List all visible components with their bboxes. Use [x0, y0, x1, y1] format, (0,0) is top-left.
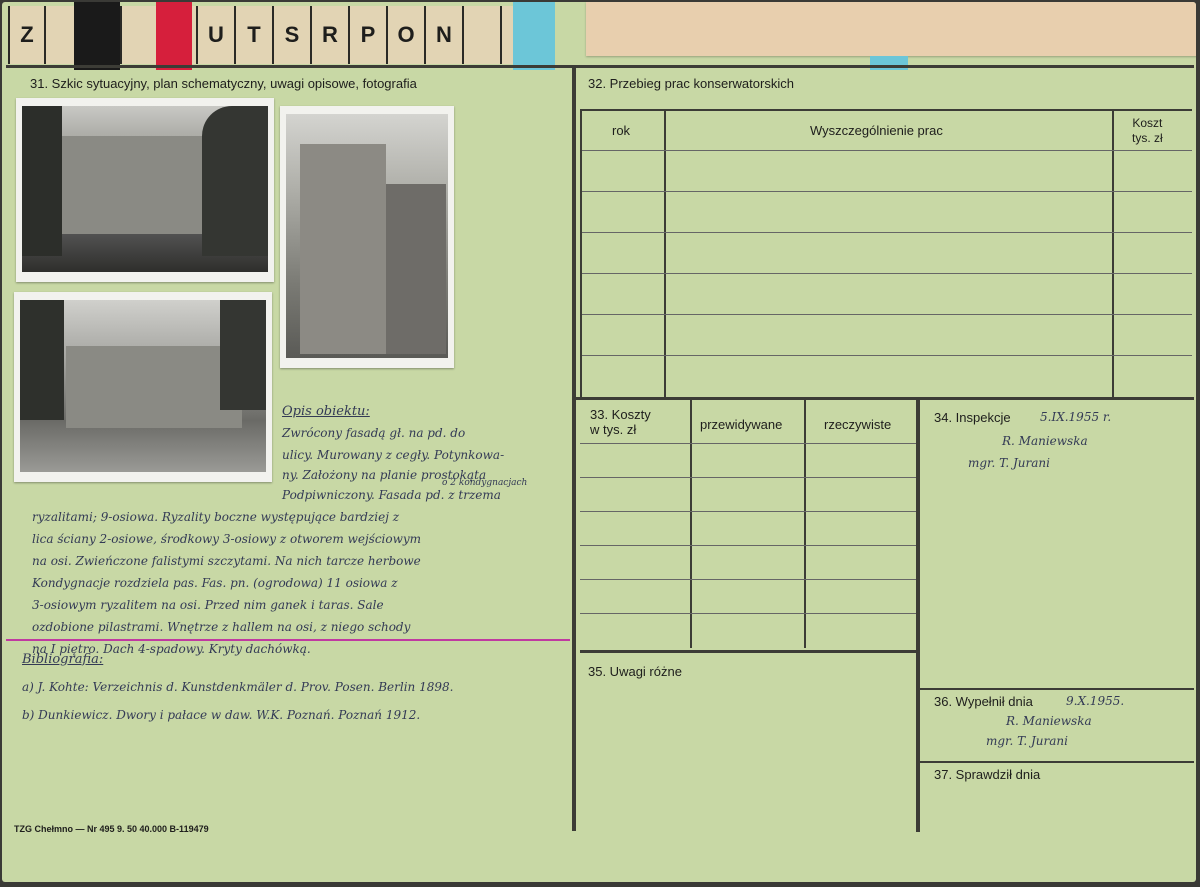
tree-shape [20, 300, 64, 420]
photo-3 [14, 292, 272, 482]
opis-title: Opis obiektu: [282, 404, 370, 419]
tab-t: T [236, 6, 274, 64]
tab-blue [464, 6, 502, 64]
tab-z: Z [8, 6, 46, 64]
black-marker [74, 2, 120, 70]
biblio-title: Bibliografia: [22, 652, 104, 667]
table33-col1 [690, 400, 692, 648]
tab-s: S [274, 6, 312, 64]
red-marker [156, 2, 192, 70]
tree-shape [22, 106, 62, 256]
table32-row [582, 273, 1192, 274]
biblio-line: b) Dunkiewicz. Dwory i pałace w daw. W.K… [22, 708, 421, 722]
col-work: Wyszczególnienie prac [810, 123, 943, 138]
table33-row [580, 579, 916, 580]
section-32-label: 32. Przebieg prac konserwatorskich [588, 76, 794, 91]
blue-marker [513, 2, 555, 70]
table32-col2 [1112, 109, 1114, 397]
printer-footer: TZG Chełmno — Nr 495 9. 50 40.000 B-1194… [14, 824, 209, 834]
section-36-rule [920, 688, 1194, 690]
table32-row [582, 355, 1192, 356]
main-divider [572, 65, 576, 831]
building-shape [66, 346, 242, 428]
table33-row [580, 511, 916, 512]
tab-p: P [350, 6, 388, 64]
record-card: Z X V U T S R P O N L 31. Szkic sytuacyj… [2, 2, 1196, 882]
photo-2 [280, 106, 454, 368]
table33-row [580, 443, 916, 444]
table32-col1 [664, 109, 666, 397]
table33-col2 [804, 400, 806, 648]
building-shape [386, 184, 446, 354]
opis-line: ryzalitami; 9-osiowa. Ryzality boczne wy… [32, 510, 400, 524]
section-35-label: 35. Uwagi różne [588, 664, 682, 679]
tab-x-red [122, 6, 160, 64]
table33-row [580, 545, 916, 546]
tab-n: N [426, 6, 464, 64]
col-actual: rzeczywiste [824, 417, 892, 432]
wypelnil-name-1: R. Maniewska [1006, 714, 1092, 728]
tree-shape [202, 106, 268, 256]
building-shape [300, 144, 386, 354]
table32-row [582, 314, 1192, 315]
col-cost: Koszt tys. zł [1132, 116, 1163, 145]
inspekcje-date: 5.IX.1955 r. [1040, 410, 1112, 424]
opis-line: ozdobione pilastrami. Wnętrze z hallem n… [32, 620, 411, 634]
section-31-label: 31. Szkic sytuacyjny, plan schematyczny,… [30, 76, 417, 91]
table32-row [582, 150, 1192, 151]
section-37-label: 37. Sprawdził dnia [934, 767, 1041, 782]
photo-1 [16, 98, 274, 282]
opis-line: Podpiwniczony. Fasada pd. z trzema [282, 488, 501, 502]
col-rok: rok [612, 123, 631, 138]
opis-insert: o 2 kondygnacjach [442, 478, 528, 488]
mid-rule [576, 397, 1194, 400]
inspekcje-name-1: R. Maniewska [1002, 434, 1088, 448]
table32-row [582, 191, 1192, 192]
opis-line: lica ściany 2-osiowe, środkowy 3-osiowy … [32, 532, 422, 546]
top-rule [6, 65, 1194, 68]
paper-tape [586, 2, 1196, 56]
opis-line: na osi. Zwieńczone falistymi szczytami. … [32, 554, 421, 568]
tree-shape [220, 300, 266, 410]
opis-line: ulicy. Murowany z cegły. Potynkowa- [282, 448, 505, 462]
section-35-rule [580, 650, 918, 653]
biblio-line: a) J. Kohte: Verzeichnis d. Kunstdenkmäl… [22, 680, 454, 694]
table33-row [580, 477, 916, 478]
table32-row [582, 232, 1192, 233]
section-36-label: 36. Wypełnił dnia [934, 694, 1033, 709]
opis-line: Kondygnacje rozdziela pas. Fas. pn. (ogr… [32, 576, 398, 590]
table32-left [580, 109, 582, 397]
pink-divider [6, 639, 570, 641]
section-34-label: 34. Inspekcje [934, 410, 1011, 425]
col-planned: przewidywane [700, 417, 783, 432]
tab-o: O [388, 6, 426, 64]
table32-top [580, 109, 1192, 111]
table33-row [580, 613, 916, 614]
tab-r: R [312, 6, 350, 64]
section-33-label: 33. Koszty w tys. zł [590, 407, 651, 437]
opis-line: 3-osiowym ryzalitem na osi. Przed nim ga… [32, 598, 384, 612]
wypelnil-name-2: mgr. T. Jurani [986, 734, 1068, 748]
table33-right [916, 400, 920, 832]
tab-u: U [198, 6, 236, 64]
section-37-rule [920, 761, 1194, 763]
inspekcje-name-2: mgr. T. Jurani [968, 456, 1050, 470]
building-shape [56, 136, 226, 234]
wypelnil-date: 9.X.1955. [1066, 694, 1125, 708]
opis-line: Zwrócony fasadą gł. na pd. do [282, 426, 466, 440]
